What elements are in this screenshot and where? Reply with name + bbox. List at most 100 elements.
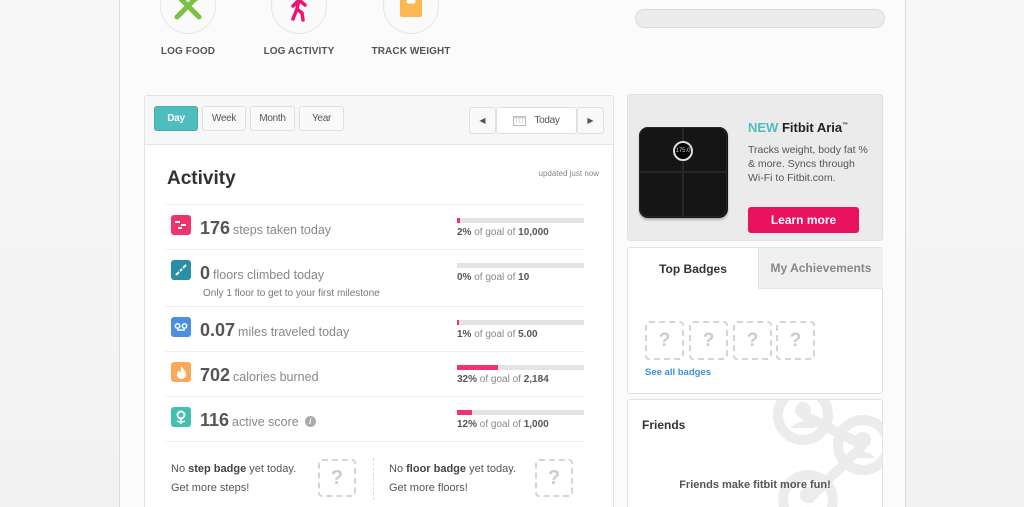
goal-value: 1,000 [523, 419, 549, 430]
floor-badge-hint: Get more floors! [389, 482, 468, 494]
goal-progress-bar [457, 320, 584, 325]
metric-value: 0.07 miles traveled today [200, 320, 349, 341]
goal-label: of goal of [471, 272, 519, 283]
stairs-icon [171, 260, 191, 280]
track-weight-label: TRACK WEIGHT [371, 46, 451, 57]
goal-label: of goal of [477, 419, 524, 430]
top-bar-input[interactable] [635, 9, 885, 28]
floor-badge-bold: floor badge [406, 463, 467, 475]
goal-value: 5.00 [518, 329, 538, 340]
next-date-button[interactable]: ▶ [577, 107, 604, 134]
goal-progress-bar [457, 365, 584, 370]
tab-year[interactable]: Year [299, 106, 344, 131]
metric-subtext: Only 1 floor to get to your first milest… [203, 288, 380, 299]
metric-description: miles traveled today [238, 325, 350, 339]
goal-text: 32% of goal of 2,184 [457, 374, 549, 385]
metric-value: 176 steps taken today [200, 218, 331, 239]
tab-week[interactable]: Week [202, 106, 246, 131]
friends-panel: Friends Friends make fitbit more fun! [627, 399, 883, 507]
goal-percent: 2% [457, 227, 472, 238]
goal-progress-fill [457, 320, 459, 325]
walking-person-icon [291, 0, 307, 22]
tab-my-achievements[interactable]: My Achievements [758, 248, 883, 289]
floor-badge-pre: No [389, 463, 407, 475]
metric-description: calories burned [233, 370, 319, 384]
metric-value: 0 floors climbed today [200, 263, 324, 284]
metric-row: 702 calories burned 32% of goal of 2,184 [165, 351, 585, 396]
date-picker-button[interactable]: Today [496, 107, 577, 134]
metric-row: 0.07 miles traveled today 1% of goal of 5.… [165, 306, 585, 351]
goal-percent: 0% [457, 272, 472, 283]
friends-title: Friends [642, 418, 686, 432]
step-badge-placeholder: ? [318, 459, 356, 497]
divider [165, 441, 585, 442]
step-badge-bold: step badge [188, 463, 247, 475]
metric-number: 176 [200, 218, 231, 238]
badges-panel: Top Badges My Achievements ? ? ? ? See a… [627, 247, 883, 394]
goal-text: 1% of goal of 5.00 [457, 329, 538, 340]
goal-text: 0% of goal of 10 [457, 272, 529, 283]
metric-description: floors climbed today [213, 268, 325, 282]
calendar-icon [513, 116, 527, 126]
goal-progress-bar [457, 263, 584, 268]
log-food-label: LOG FOOD [160, 46, 216, 57]
badge-placeholder: ? [689, 321, 728, 360]
activity-title: Activity [167, 168, 236, 189]
flower-icon [171, 407, 191, 427]
floor-badge-post: yet today. [466, 463, 516, 475]
metric-value: 116 active score i [200, 410, 316, 431]
goal-percent: 32% [457, 374, 478, 385]
badge-placeholder: ? [733, 321, 772, 360]
product-name: Fitbit Aria [781, 120, 843, 135]
goal-value: 10,000 [518, 227, 549, 238]
promo-title: NEW Fitbit Aria™ [748, 120, 848, 135]
metric-number: 0 [200, 263, 211, 283]
track-weight-circle[interactable] [383, 0, 439, 34]
step-badge-post: yet today. [246, 463, 297, 475]
promo-description: Tracks weight, body fat % & more. Syncs … [748, 144, 868, 184]
goal-progress-bar [457, 410, 584, 415]
metric-number: 0.07 [200, 320, 236, 340]
tab-month[interactable]: Month [250, 106, 295, 131]
log-activity-label: LOG ACTIVITY [263, 46, 335, 57]
scale-display: 175.0 [673, 141, 693, 161]
activity-panel: Day Week Month Year ◀ Today ▶ Activity u… [144, 95, 614, 507]
aria-scale-image: 175.0 [639, 127, 728, 218]
metric-row: 176 steps taken today 2% of goal of 10,000 [165, 204, 585, 249]
new-label: NEW [748, 120, 779, 135]
fork-knife-icon [174, 0, 202, 20]
floor-badge-message: No floor badge yet today. Get more floor… [389, 460, 516, 498]
goal-percent: 12% [457, 419, 478, 430]
badge-divider [373, 458, 374, 500]
goal-label: of goal of [471, 227, 519, 238]
distance-icon [171, 317, 191, 337]
scale-icon [400, 0, 422, 17]
step-badge-hint: Get more steps! [171, 482, 250, 494]
aria-promo: 175.0 NEW Fitbit Aria™ Tracks weight, bo… [627, 94, 883, 241]
goal-label: of goal of [477, 374, 524, 385]
step-badge-pre: No [171, 463, 189, 475]
tab-top-badges[interactable]: Top Badges [628, 248, 758, 289]
goal-label: of goal of [471, 329, 519, 340]
learn-more-button[interactable]: Learn more [748, 207, 859, 233]
goal-progress-fill [457, 365, 498, 370]
metric-row: 116 active score i 12% of goal of 1,000 [165, 396, 585, 441]
info-icon[interactable]: i [304, 416, 316, 427]
page-container: LOG FOOD LOG ACTIVITY TRACK WEIGHT Day W… [119, 0, 906, 507]
log-activity-circle[interactable] [271, 0, 327, 34]
see-all-badges-link[interactable]: See all badges [645, 367, 711, 378]
tab-day[interactable]: Day [154, 106, 198, 131]
prev-date-button[interactable]: ◀ [469, 107, 496, 134]
goal-progress-fill [457, 218, 460, 223]
friends-message: Friends make fitbit more fun! [679, 479, 831, 491]
metric-number: 702 [200, 365, 231, 385]
badge-placeholder: ? [645, 321, 684, 360]
goal-progress-bar [457, 218, 584, 223]
log-food-circle[interactable] [160, 0, 216, 34]
badge-placeholder: ? [776, 321, 815, 360]
goal-progress-fill [457, 410, 473, 415]
metric-description: active score [232, 415, 299, 429]
goal-value: 10 [518, 272, 530, 283]
metric-description: steps taken today [233, 223, 332, 237]
flame-icon [171, 362, 191, 382]
